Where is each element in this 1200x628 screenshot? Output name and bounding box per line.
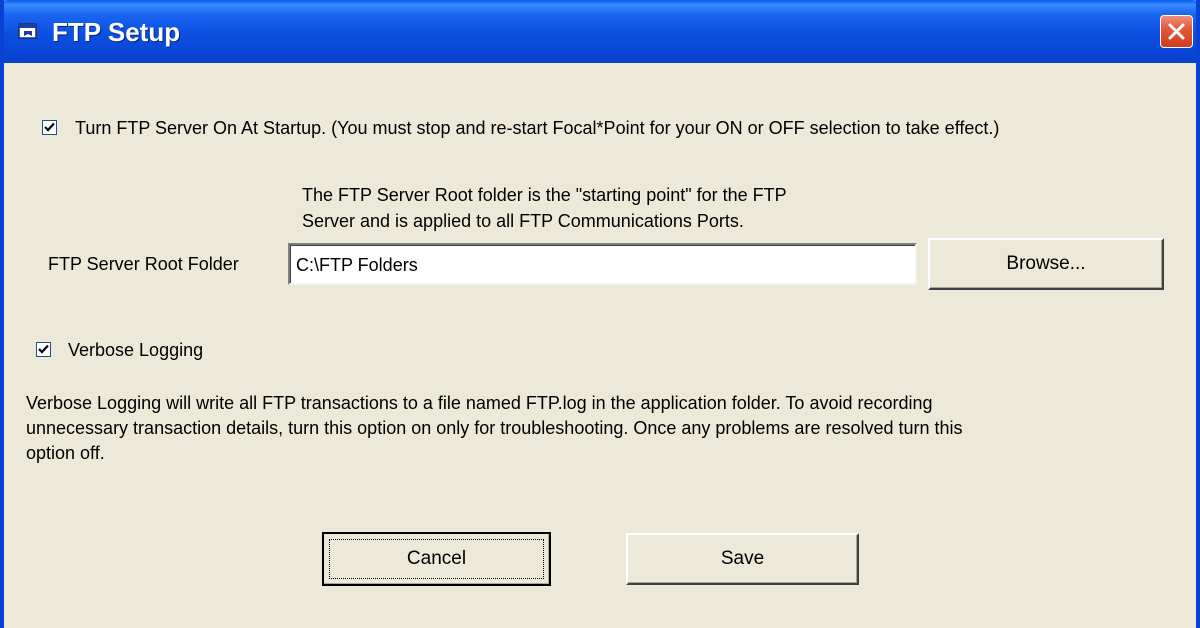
- verbose-logging-help-line2: unnecessary transaction details, turn th…: [26, 418, 963, 438]
- root-folder-label: FTP Server Root Folder: [48, 254, 239, 274]
- browse-button-label: Browse...: [1006, 253, 1086, 274]
- checkmark-icon: [44, 122, 55, 132]
- ftp-setup-icon: [18, 22, 40, 42]
- startup-checkbox[interactable]: [42, 120, 57, 135]
- cancel-button[interactable]: Cancel: [322, 532, 551, 586]
- root-folder-description-line2: Server and is applied to all FTP Communi…: [302, 211, 744, 231]
- window-title: FTP Setup: [52, 17, 181, 47]
- startup-checkbox-label[interactable]: Turn FTP Server On At Startup. (You must…: [75, 117, 999, 139]
- save-button[interactable]: Save: [626, 533, 859, 585]
- browse-button[interactable]: Browse...: [928, 238, 1164, 290]
- root-folder-description-line1: The FTP Server Root folder is the "start…: [302, 185, 787, 205]
- verbose-logging-help-line3: option off.: [26, 443, 105, 463]
- checkmark-icon: [38, 344, 49, 354]
- verbose-logging-label[interactable]: Verbose Logging: [68, 339, 203, 361]
- title-bar[interactable]: FTP Setup: [4, 0, 1196, 63]
- close-icon: [1168, 23, 1185, 40]
- root-folder-input[interactable]: C:\FTP Folders: [288, 243, 917, 285]
- verbose-logging-checkbox[interactable]: [36, 342, 51, 357]
- ftp-setup-dialog: FTP Setup Turn FTP Server On At Startup.…: [0, 0, 1200, 628]
- focus-indicator: [329, 539, 544, 579]
- close-button[interactable]: [1160, 15, 1193, 48]
- save-button-label: Save: [720, 548, 765, 569]
- verbose-logging-help-line1: Verbose Logging will write all FTP trans…: [26, 393, 933, 413]
